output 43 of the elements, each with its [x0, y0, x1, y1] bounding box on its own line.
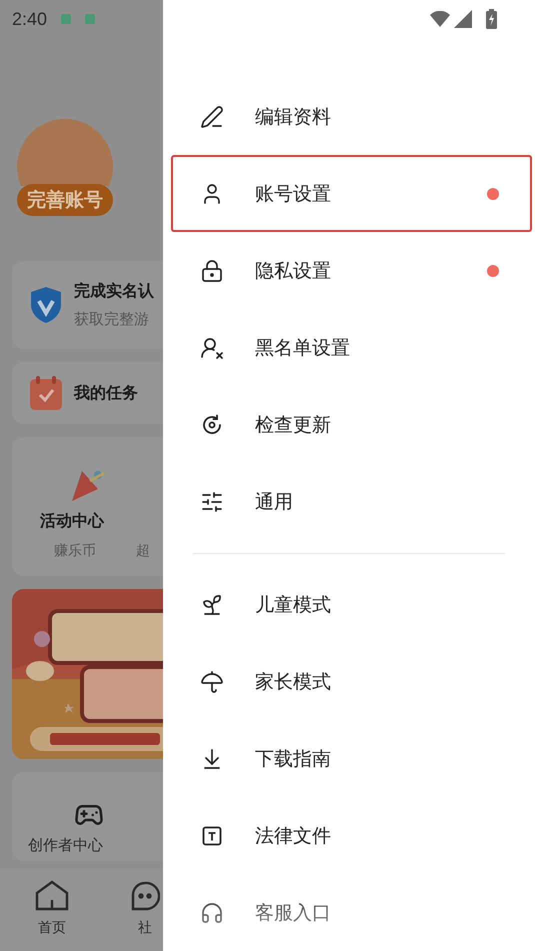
menu-item[interactable]: 通用 — [171, 463, 532, 540]
battery-icon — [486, 9, 497, 29]
lock-icon — [200, 258, 224, 282]
umbrella-icon — [200, 670, 224, 694]
chat-face-icon — [130, 879, 160, 913]
signal-icon — [454, 10, 472, 28]
verify-title: 完成实名认 — [74, 281, 154, 302]
menu-item[interactable]: 黑名单设置 — [171, 309, 532, 386]
tasks-title: 我的任务 — [74, 382, 138, 404]
menu-item[interactable]: 账号设置 — [171, 155, 532, 232]
menu-item[interactable]: 儿童模式 — [171, 566, 532, 643]
activity-caption: 超 — [136, 542, 150, 560]
verify-card[interactable]: 完成实名认 获取完整游 — [12, 261, 163, 349]
wifi-icon — [430, 11, 450, 27]
pen-icon — [200, 104, 224, 128]
headphones-icon — [200, 900, 224, 924]
sprout-icon — [200, 592, 224, 616]
activity-title: 活动中心 — [40, 511, 104, 532]
creator-card[interactable]: 创作者中心 — [12, 772, 163, 861]
nav-tab[interactable]: 社 — [130, 869, 160, 951]
refresh-icon — [200, 412, 224, 436]
sliders-icon — [200, 490, 224, 514]
menu-item[interactable]: 隐私设置 — [171, 232, 532, 309]
verify-subtitle: 获取完整游 — [74, 310, 150, 329]
shield-check-icon — [30, 286, 62, 324]
menu-item[interactable]: 检查更新 — [171, 386, 532, 463]
home-icon — [34, 879, 70, 913]
user-block-icon — [200, 336, 224, 360]
status-time: 2:40 — [12, 8, 48, 30]
notification-icon — [85, 14, 96, 24]
menu-item[interactable]: 编辑资料 — [171, 78, 532, 155]
notification-icon — [61, 14, 72, 24]
menu-item[interactable]: 客服入口 — [171, 874, 532, 951]
menu-item[interactable]: 法律文件 — [171, 797, 532, 874]
activity-card[interactable]: 活动中心 赚乐币 超 — [12, 437, 163, 576]
nav-tab[interactable]: 首页 — [34, 869, 70, 951]
menu-item[interactable]: 下载指南 — [171, 720, 532, 797]
activity-caption: 赚乐币 — [54, 542, 96, 560]
tasks-card[interactable]: 我的任务 — [12, 362, 163, 424]
menu-item[interactable]: 家长模式 — [171, 643, 532, 720]
creator-title: 创作者中心 — [28, 836, 103, 855]
calendar-check-icon — [30, 376, 62, 410]
text-document-icon — [200, 824, 224, 848]
